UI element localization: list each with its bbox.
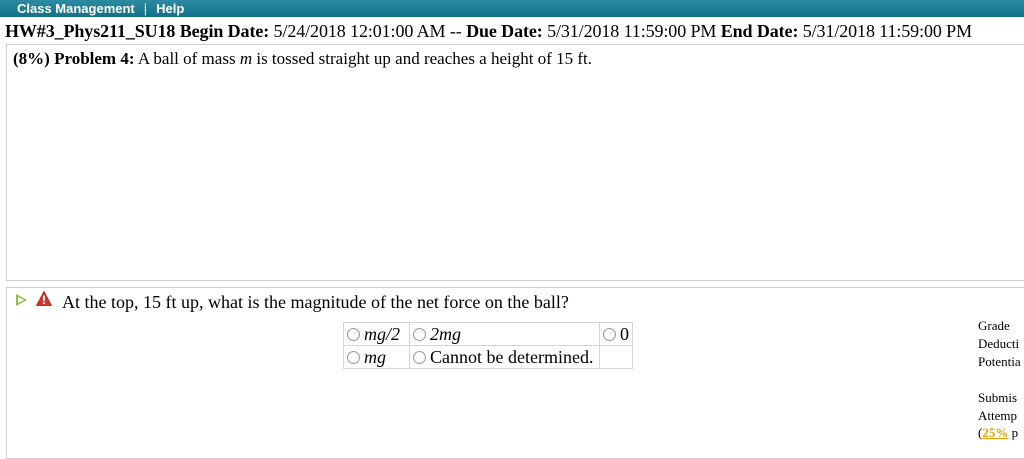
nav-help[interactable]: Help xyxy=(156,1,184,16)
answer-options-table: mg/2 2mg 0 mg Cannot be determined. xyxy=(343,322,633,369)
due-date-value: 5/31/2018 11:59:00 PM xyxy=(547,21,717,41)
penalty-text-after: p xyxy=(1008,425,1019,440)
radio-button[interactable] xyxy=(603,327,616,341)
answer-option-mg[interactable]: mg xyxy=(343,345,410,369)
deduction-label: Deducti xyxy=(978,336,1020,351)
grade-summary-heading: Grade xyxy=(978,318,1010,333)
top-nav-bar: Class Management | Help xyxy=(0,0,1024,17)
assignment-title: HW#3_Phys211_SU18 xyxy=(5,21,176,41)
begin-date-label: Begin Date: xyxy=(179,21,270,41)
penalty-percent-line: (25% p xyxy=(978,425,1018,441)
answer-option-2mg[interactable]: 2mg xyxy=(409,322,600,346)
answer-row: mg/2 2mg 0 xyxy=(343,322,633,346)
radio-button[interactable] xyxy=(413,350,426,364)
end-date-value: 5/31/2018 11:59:00 PM xyxy=(802,21,973,41)
radio-button[interactable] xyxy=(347,327,360,341)
date-separator: -- xyxy=(449,21,462,41)
answer-label: 2mg xyxy=(430,323,461,344)
answer-label: mg/2 xyxy=(364,323,400,344)
problem-statement-panel: (8%) Problem 4: A ball of mass m is toss… xyxy=(6,44,1024,281)
problem-statement: (8%) Problem 4: A ball of mass m is toss… xyxy=(13,49,592,69)
problem-label: Problem 4: xyxy=(54,49,135,68)
problem-text-before: A ball of mass xyxy=(137,49,236,68)
answer-label: Cannot be determined. xyxy=(430,346,594,367)
answer-empty-cell xyxy=(599,345,633,369)
penalty-percent: 25% xyxy=(982,425,1009,440)
nav-class-management[interactable]: Class Management xyxy=(17,1,135,16)
warning-icon xyxy=(36,291,52,306)
radio-button[interactable] xyxy=(347,350,360,364)
answer-option-mg-half[interactable]: mg/2 xyxy=(343,322,410,346)
answer-label: 0 xyxy=(620,323,629,344)
end-date-label: End Date: xyxy=(720,21,799,41)
play-arrow-icon-inner xyxy=(18,297,24,303)
problem-weight: (8%) xyxy=(13,49,50,68)
answer-option-zero[interactable]: 0 xyxy=(599,322,633,346)
potential-label: Potentia xyxy=(978,354,1021,369)
answer-option-cannot-be-determined[interactable]: Cannot be determined. xyxy=(409,345,600,369)
nav-separator: | xyxy=(143,1,148,16)
question-text: At the top, 15 ft up, what is the magnit… xyxy=(62,292,569,312)
problem-text-after: is tossed straight up and reaches a heig… xyxy=(256,49,593,68)
due-date-label: Due Date: xyxy=(466,21,543,41)
answer-label: mg xyxy=(364,346,386,367)
radio-button[interactable] xyxy=(413,327,426,341)
attempts-label: Attemp xyxy=(978,408,1017,423)
answer-row: mg Cannot be determined. xyxy=(343,345,633,369)
mass-variable: m xyxy=(239,49,253,68)
begin-date-value: 5/24/2018 12:01:00 AM xyxy=(273,21,446,41)
submissions-heading: Submis xyxy=(978,390,1018,405)
question-panel: At the top, 15 ft up, what is the magnit… xyxy=(6,287,1024,459)
assignment-header: HW#3_Phys211_SU18 Begin Date: 5/24/2018 … xyxy=(5,21,972,42)
